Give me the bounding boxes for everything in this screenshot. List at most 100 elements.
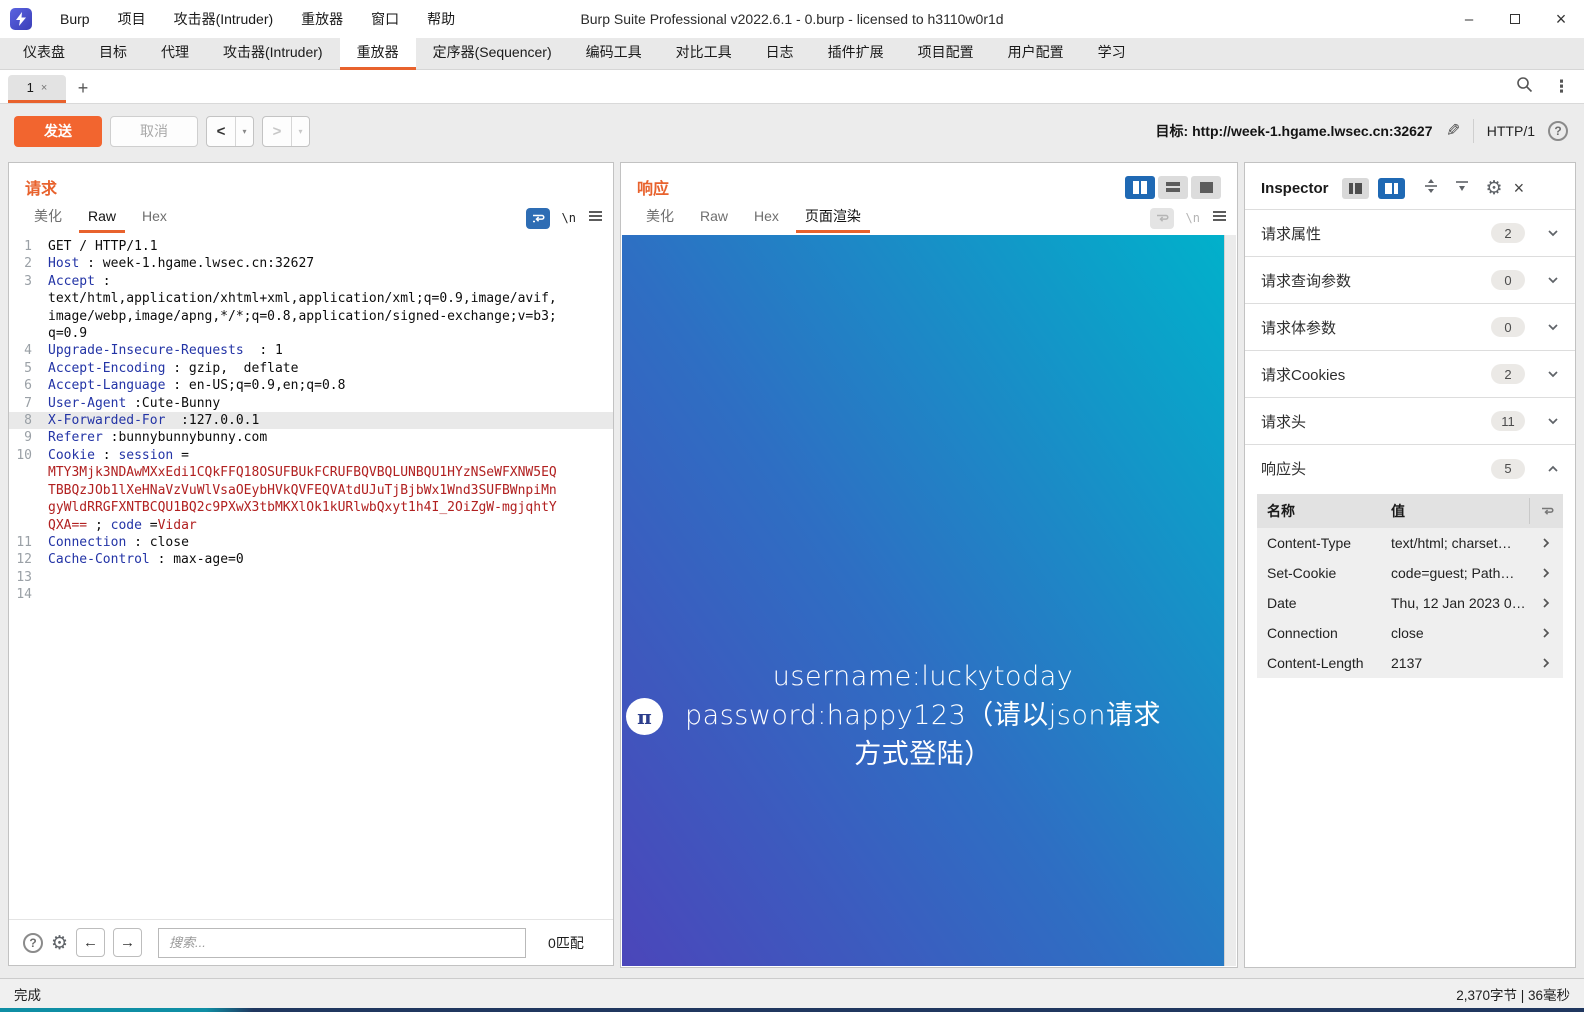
view-tab[interactable]: 页面渲染 [796, 203, 870, 233]
request-line[interactable]: 9Referer :bunnybunnybunny.com [9, 429, 613, 446]
inspector-dock-left-icon[interactable] [1342, 178, 1369, 199]
help-icon[interactable]: ? [1548, 121, 1568, 141]
find-next-button[interactable]: → [113, 928, 142, 957]
view-tab[interactable]: 美化 [637, 203, 683, 233]
inspector-section-request-headers[interactable]: 请求头11 [1245, 398, 1575, 445]
minimize-button[interactable]: – [1446, 0, 1492, 38]
menu-item[interactable]: 窗口 [357, 0, 413, 38]
inspector-section-request-body-params[interactable]: 请求体参数0 [1245, 304, 1575, 351]
layout-rows-icon[interactable] [1158, 176, 1188, 199]
editor-menu-icon[interactable] [1212, 209, 1227, 227]
history-back-button[interactable]: < ▾ [206, 116, 254, 147]
inspector-dock-right-icon[interactable] [1378, 178, 1405, 199]
request-line[interactable]: 14 [9, 586, 613, 603]
rendered-page[interactable]: π username:luckytodaypassword:happy123（请… [622, 235, 1236, 966]
main-tab[interactable]: 用户配置 [991, 38, 1081, 70]
inspector-section-request-attributes[interactable]: 请求属性2 [1245, 210, 1575, 257]
inspector-settings-gear-icon[interactable]: ⚙ [1486, 177, 1503, 199]
response-header-row[interactable]: Content-Length2137 [1257, 648, 1563, 678]
request-line[interactable]: QXA== ; code =Vidar [9, 517, 613, 534]
response-header-row[interactable]: Set-Cookiecode=guest; Path… [1257, 558, 1563, 588]
menu-item[interactable]: Burp [46, 0, 104, 38]
header-expand[interactable] [1529, 657, 1563, 669]
main-tab[interactable]: 学习 [1081, 38, 1143, 70]
cancel-button[interactable]: 取消 [110, 116, 198, 147]
request-line[interactable]: 4Upgrade-Insecure-Requests : 1 [9, 342, 613, 359]
collapse-all-icon[interactable] [1453, 178, 1471, 199]
menu-item[interactable]: 攻击器(Intruder) [160, 0, 288, 38]
repeater-tab-1[interactable]: 1 × [8, 75, 66, 103]
main-tab[interactable]: 编码工具 [569, 38, 659, 70]
request-line[interactable]: 13 [9, 569, 613, 586]
request-line[interactable]: 11Connection : close [9, 534, 613, 551]
render-scrollbar[interactable] [1224, 235, 1236, 966]
more-options-icon[interactable]: ⋮ [1553, 77, 1570, 97]
response-header-row[interactable]: Content-Typetext/html; charset… [1257, 528, 1563, 558]
response-header-row[interactable]: Connectionclose [1257, 618, 1563, 648]
header-expand[interactable] [1529, 627, 1563, 639]
request-line[interactable]: 2Host : week-1.hgame.lwsec.cn:32627 [9, 255, 613, 272]
request-line[interactable]: q=0.9 [9, 325, 613, 342]
request-line[interactable]: 8X-Forwarded-For :127.0.0.1 [9, 412, 613, 429]
main-tab[interactable]: 日志 [749, 38, 811, 70]
word-wrap-icon[interactable] [526, 208, 550, 229]
main-tab[interactable]: 重放器 [340, 38, 416, 70]
inspector-close-icon[interactable]: × [1514, 178, 1525, 199]
header-expand[interactable] [1529, 597, 1563, 609]
history-forward-button[interactable]: > ▾ [262, 116, 310, 147]
add-tab-button[interactable]: + [66, 73, 100, 103]
menu-item[interactable]: 项目 [104, 0, 160, 38]
view-tab[interactable]: Hex [133, 203, 176, 233]
request-line[interactable]: 3Accept : [9, 273, 613, 290]
layout-columns-icon[interactable] [1125, 176, 1155, 199]
main-tab[interactable]: 仪表盘 [6, 38, 82, 70]
request-line[interactable]: 7User-Agent :Cute-Bunny [9, 395, 613, 412]
request-line[interactable]: MTY3Mjk3NDAwMXxEdi1CQkFFQ18OSUFBUkFCRUFB… [9, 464, 613, 481]
main-tab[interactable]: 代理 [144, 38, 206, 70]
view-tab[interactable]: 美化 [25, 203, 71, 233]
history-back-caret-icon[interactable]: ▾ [235, 117, 253, 146]
search-input[interactable] [158, 928, 526, 958]
main-tab[interactable]: 插件扩展 [811, 38, 901, 70]
close-button[interactable]: × [1538, 0, 1584, 38]
search-icon[interactable] [1516, 76, 1533, 98]
inspector-section-request-query-params[interactable]: 请求查询参数0 [1245, 257, 1575, 304]
request-line[interactable]: TBBQzJOb1lXeHNaVzVuWlVsaOEybHVkQVFEQVAtd… [9, 482, 613, 499]
request-line[interactable]: image/webp,image/apng,*/*;q=0.8,applicat… [9, 308, 613, 325]
expand-all-icon[interactable] [1422, 178, 1440, 199]
menu-item[interactable]: 帮助 [413, 0, 469, 38]
request-line[interactable]: 6Accept-Language : en-US;q=0.9,en;q=0.8 [9, 377, 613, 394]
request-line[interactable]: 10Cookie : session = [9, 447, 613, 464]
request-line[interactable]: 12Cache-Control : max-age=0 [9, 551, 613, 568]
menu-item[interactable]: 重放器 [287, 0, 357, 38]
request-line[interactable]: 5Accept-Encoding : gzip, deflate [9, 360, 613, 377]
request-line[interactable]: gyWldRRGFXNTBCQU1BQ2c9PXwX3tbMKXlOk1kURl… [9, 499, 613, 516]
main-tab[interactable]: 项目配置 [901, 38, 991, 70]
view-tab[interactable]: Hex [745, 203, 788, 233]
main-tab[interactable]: 定序器(Sequencer) [416, 38, 569, 70]
maximize-button[interactable] [1492, 0, 1538, 38]
request-line[interactable]: text/html,application/xhtml+xml,applicat… [9, 290, 613, 307]
main-tab[interactable]: 攻击器(Intruder) [206, 38, 340, 70]
edit-target-icon[interactable]: ✎ [1446, 121, 1460, 141]
view-tab[interactable]: Raw [79, 203, 125, 233]
header-expand[interactable] [1529, 567, 1563, 579]
show-newlines-icon[interactable]: \n [562, 211, 576, 225]
view-tab[interactable]: Raw [691, 203, 737, 233]
layout-single-icon[interactable] [1191, 176, 1221, 199]
history-forward-caret-icon[interactable]: ▾ [291, 117, 309, 146]
response-header-row[interactable]: DateThu, 12 Jan 2023 0… [1257, 588, 1563, 618]
find-previous-button[interactable]: ← [76, 928, 105, 957]
send-button[interactable]: 发送 [14, 116, 102, 147]
find-help-icon[interactable]: ? [23, 933, 43, 953]
main-tab[interactable]: 目标 [82, 38, 144, 70]
request-line[interactable]: 1GET / HTTP/1.1 [9, 238, 613, 255]
tab-close-icon[interactable]: × [41, 82, 47, 94]
header-expand[interactable] [1529, 537, 1563, 549]
inspector-section-request-cookies[interactable]: 请求Cookies2 [1245, 351, 1575, 398]
table-wrap-icon[interactable] [1529, 498, 1563, 524]
inspector-section-response-headers[interactable]: 响应头 5 [1245, 445, 1575, 492]
find-settings-gear-icon[interactable]: ⚙ [51, 932, 68, 954]
editor-menu-icon[interactable] [588, 209, 603, 227]
main-tab[interactable]: 对比工具 [659, 38, 749, 70]
